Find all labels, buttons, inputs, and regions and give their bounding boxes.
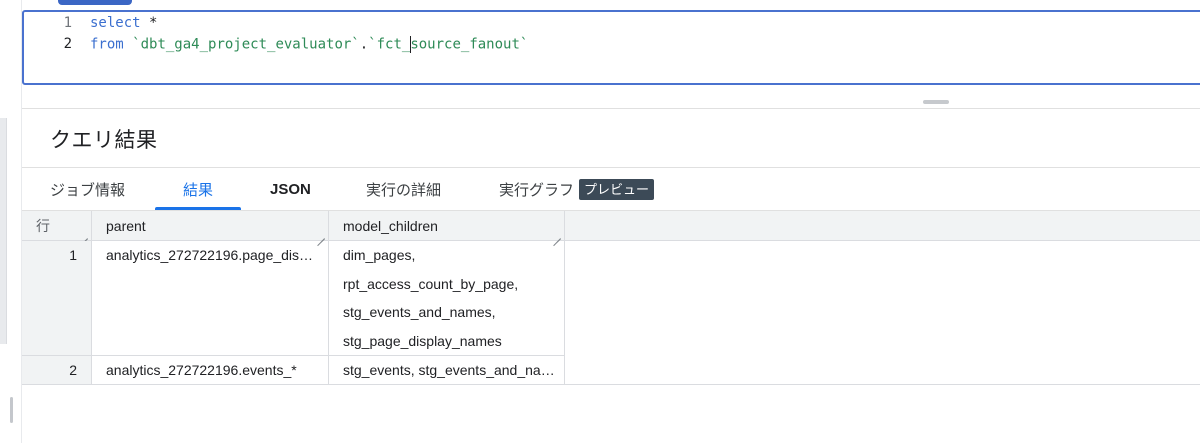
row-number: 1 bbox=[69, 247, 77, 264]
tab-json[interactable]: JSON bbox=[270, 168, 311, 211]
editor-line-2[interactable]: 2 from `dbt_ga4_project_evaluator`.`fct_… bbox=[24, 33, 528, 55]
parent-cell[interactable]: analytics_272722196.events_* bbox=[92, 356, 329, 384]
model-children-cell[interactable]: dim_pages, rpt_access_count_by_page, stg… bbox=[329, 241, 565, 355]
tab-label: ジョブ情報 bbox=[50, 182, 126, 199]
column-header-label: parent bbox=[106, 218, 146, 234]
cell-value: analytics_272722196.page_dis… bbox=[106, 247, 314, 264]
tab-job-info[interactable]: ジョブ情報 bbox=[50, 168, 125, 211]
column-header-parent[interactable]: parent bbox=[92, 211, 329, 241]
tab-label: JSON bbox=[270, 181, 311, 198]
code-text[interactable]: from `dbt_ga4_project_evaluator`.`fct_so… bbox=[90, 35, 529, 53]
parent-cell[interactable]: analytics_272722196.page_dis… bbox=[92, 241, 329, 355]
results-title: クエリ結果 bbox=[50, 129, 158, 152]
row-number-cell: 2 bbox=[22, 356, 92, 384]
row-number: 2 bbox=[69, 362, 77, 378]
editor-tab-indicator[interactable] bbox=[58, 0, 132, 5]
sql-keyword: select bbox=[90, 15, 141, 31]
column-header-label: model_children bbox=[343, 218, 438, 234]
model-children-cell[interactable]: stg_events, stg_events_and_na… bbox=[329, 356, 565, 384]
editor-line-1[interactable]: 1 select * bbox=[24, 12, 158, 34]
column-resize-icon[interactable] bbox=[553, 231, 561, 239]
tab-label: 実行の詳細 bbox=[366, 182, 442, 199]
column-header-model-children[interactable]: model_children bbox=[329, 211, 565, 241]
cell-value-line: stg_events, stg_events_and_na… bbox=[343, 362, 555, 378]
sql-keyword: from bbox=[90, 36, 124, 52]
sql-editor[interactable]: 1 select * 2 from `dbt_ga4_project_evalu… bbox=[22, 10, 1200, 85]
tab-label: 結果 bbox=[183, 182, 214, 199]
cell-value-line: rpt_access_count_by_page, bbox=[343, 275, 519, 292]
column-resize-icon[interactable] bbox=[80, 231, 88, 239]
cell-value: analytics_272722196.events_* bbox=[106, 362, 297, 378]
table-row[interactable]: 2 analytics_272722196.events_* stg_event… bbox=[22, 356, 565, 384]
table-row[interactable]: 1 analytics_272722196.page_dis… dim_page… bbox=[22, 241, 565, 355]
left-scroll-handle[interactable] bbox=[10, 397, 13, 423]
sql-dataset-identifier: `dbt_ga4_project_evaluator` bbox=[132, 36, 360, 52]
tab-results[interactable]: 結果 bbox=[183, 168, 213, 211]
cell-value-line: stg_page_display_names bbox=[343, 332, 502, 349]
column-header-label: 行 bbox=[36, 218, 50, 234]
cell-value-line: stg_events_and_names, bbox=[343, 304, 496, 321]
left-panel-edge bbox=[0, 118, 7, 344]
sql-table-identifier-end: source_fanout` bbox=[410, 36, 529, 52]
splitter-drag-handle[interactable] bbox=[923, 100, 949, 104]
preview-badge: プレビュー bbox=[579, 179, 655, 200]
code-text[interactable]: select * bbox=[90, 15, 157, 31]
results-tabs: ジョブ情報 結果 JSON 実行の詳細 実行グラフ プレビュー bbox=[22, 168, 1200, 211]
line-number: 1 bbox=[63, 15, 72, 31]
sql-table-identifier-start: `fct_ bbox=[368, 36, 411, 52]
column-header-row-number[interactable]: 行 bbox=[22, 211, 92, 241]
tab-execution-details[interactable]: 実行の詳細 bbox=[366, 168, 441, 211]
row-number-cell: 1 bbox=[22, 241, 92, 355]
tab-label: 実行グラフ bbox=[499, 182, 575, 199]
sql-dot: . bbox=[359, 36, 369, 52]
results-table: 行 parent model_children 1 analytics_2727… bbox=[22, 211, 1200, 385]
column-resize-icon[interactable] bbox=[317, 231, 325, 239]
panel-splitter bbox=[22, 87, 1200, 109]
sql-operator: * bbox=[140, 15, 158, 31]
line-number: 2 bbox=[63, 36, 72, 52]
table-header-row: 行 parent model_children bbox=[22, 211, 1200, 241]
cell-value-line: dim_pages, bbox=[343, 247, 416, 264]
tab-execution-graph[interactable]: 実行グラフ プレビュー bbox=[499, 168, 655, 211]
row-divider bbox=[22, 384, 1200, 385]
